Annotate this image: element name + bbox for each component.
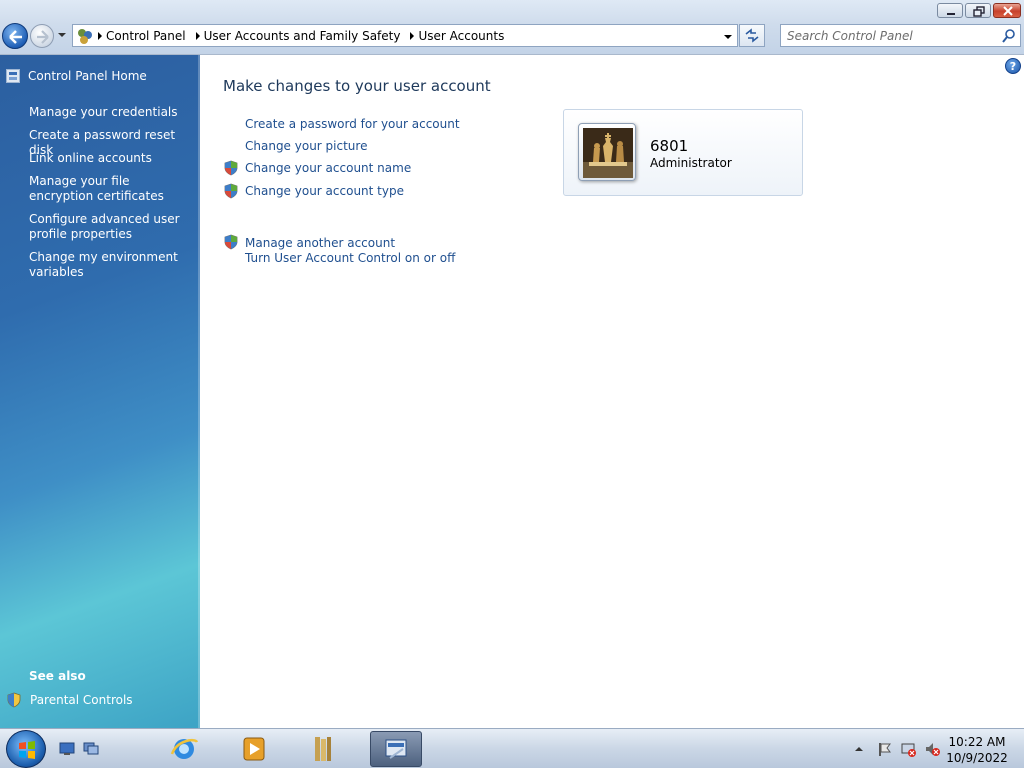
search-placeholder: Search Control Panel — [787, 29, 913, 43]
breadcrumb-user-accounts[interactable]: User Accounts — [418, 29, 504, 43]
network-disconnected-icon[interactable] — [900, 741, 916, 757]
uac-shield-icon — [7, 692, 21, 708]
avatar — [578, 123, 636, 181]
parental-controls-label: Parental Controls — [30, 693, 133, 707]
parental-controls-link[interactable]: Parental Controls — [6, 692, 133, 708]
control-panel-home-label: Control Panel Home — [28, 69, 147, 83]
clock-time: 10:22 AM — [948, 735, 1006, 749]
restore-icon — [973, 6, 985, 17]
minimize-icon — [947, 13, 955, 15]
taskbar: 10:22 AM 10/9/2022 — [0, 728, 1024, 768]
change-account-name-link[interactable]: Change your account name — [245, 161, 411, 176]
uac-shield-icon — [224, 234, 238, 250]
internet-explorer-icon — [170, 738, 199, 759]
recent-pages-dropdown[interactable] — [57, 31, 67, 39]
change-picture-link[interactable]: Change your picture — [245, 139, 367, 154]
control-panel-home-icon — [6, 69, 20, 83]
search-icon[interactable] — [1002, 28, 1016, 44]
library-taskbar-button[interactable] — [296, 731, 348, 767]
account-tile: 6801 Administrator — [563, 109, 803, 196]
search-input[interactable]: Search Control Panel — [780, 24, 1021, 47]
clock-date: 10/9/2022 — [946, 751, 1008, 765]
refresh-icon — [745, 28, 759, 43]
minimize-button[interactable] — [937, 3, 963, 18]
address-bar[interactable]: Control Panel User Accounts and Family S… — [72, 24, 738, 47]
maximize-button[interactable] — [965, 3, 991, 18]
forward-button[interactable] — [30, 24, 54, 48]
breadcrumb-user-accounts-family-safety[interactable]: User Accounts and Family Safety — [204, 29, 401, 43]
breadcrumb-separator-icon[interactable] — [406, 24, 418, 47]
manage-encryption-certificates-link[interactable]: Manage your file encryption certificates — [29, 174, 194, 204]
control-panel-home-link[interactable]: Control Panel Home — [6, 69, 147, 83]
page-title: Make changes to your user account — [223, 77, 491, 95]
breadcrumb-separator-icon[interactable] — [192, 24, 204, 47]
back-arrow-icon — [9, 30, 22, 44]
window-titlebar: Control Panel User Accounts and Family S… — [0, 0, 1024, 55]
chess-pieces-picture — [583, 128, 633, 178]
internet-explorer-taskbar-button[interactable] — [158, 731, 210, 767]
back-button[interactable] — [2, 23, 28, 49]
media-player-icon — [243, 737, 265, 761]
address-dropdown-icon[interactable] — [723, 33, 733, 41]
change-account-type-link[interactable]: Change your account type — [245, 184, 404, 199]
uac-shield-icon — [224, 183, 238, 199]
refresh-button[interactable] — [739, 24, 765, 47]
show-desktop-quicklaunch[interactable] — [56, 731, 78, 767]
tasks-pane: Control Panel Home Manage your credentia… — [0, 55, 200, 728]
account-type: Administrator — [650, 156, 732, 170]
control-panel-window-icon — [385, 739, 407, 759]
create-password-link[interactable]: Create a password for your account — [245, 117, 460, 132]
change-environment-variables-link[interactable]: Change my environment variables — [29, 250, 194, 280]
breadcrumb-separator-icon[interactable] — [94, 24, 106, 47]
manage-another-account-link[interactable]: Manage another account — [245, 236, 395, 251]
account-name: 6801 — [650, 137, 689, 155]
turn-uac-on-off-link[interactable]: Turn User Account Control on or off — [245, 251, 455, 266]
media-player-taskbar-button[interactable] — [228, 731, 280, 767]
control-panel-taskbar-button[interactable] — [370, 731, 422, 767]
close-icon — [1003, 6, 1013, 16]
link-online-accounts-link[interactable]: Link online accounts — [29, 151, 194, 166]
volume-muted-icon[interactable] — [924, 741, 940, 757]
breadcrumb-control-panel[interactable]: Control Panel — [106, 29, 186, 43]
desktop-icon — [59, 742, 75, 755]
system-clock[interactable]: 10:22 AM 10/9/2022 — [944, 734, 1010, 766]
windows-logo-icon — [19, 741, 35, 759]
forward-arrow-icon — [37, 30, 49, 44]
close-button[interactable] — [993, 3, 1021, 18]
configure-profile-properties-link[interactable]: Configure advanced user profile properti… — [29, 212, 194, 242]
start-button[interactable] — [6, 730, 46, 768]
main-content: ? Make changes to your user account Crea… — [200, 55, 1024, 728]
switch-windows-quicklaunch[interactable] — [80, 731, 102, 767]
control-panel-icon — [78, 28, 92, 44]
uac-shield-icon — [224, 160, 238, 176]
action-center-flag-icon[interactable] — [876, 741, 892, 757]
library-folder-icon — [315, 737, 331, 761]
switch-windows-icon — [83, 742, 99, 755]
see-also-heading: See also — [29, 669, 86, 683]
manage-credentials-link[interactable]: Manage your credentials — [29, 105, 194, 120]
help-button[interactable]: ? — [1005, 58, 1021, 74]
show-hidden-icons-icon[interactable] — [854, 745, 864, 753]
